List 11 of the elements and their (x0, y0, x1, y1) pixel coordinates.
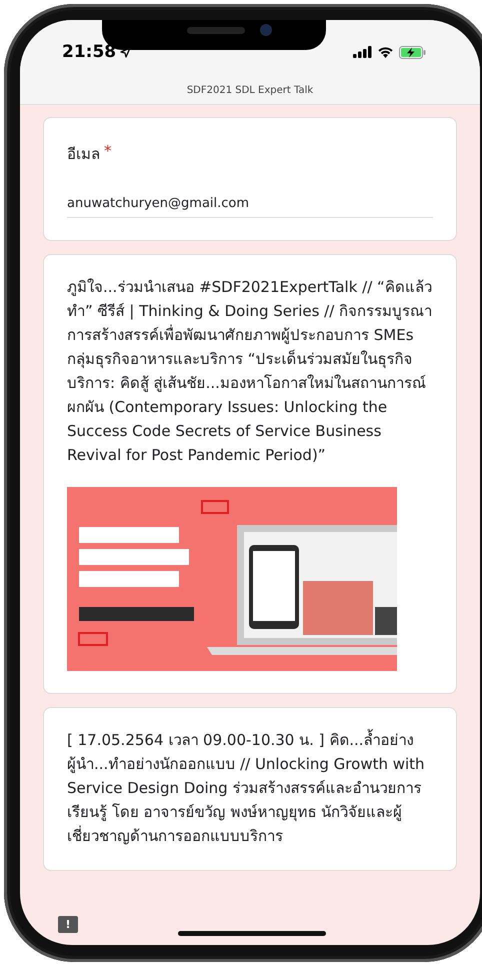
report-button[interactable]: ! (58, 916, 78, 933)
section-description: ภูมิใจ...ร่วมนำเสนอ #SDF2021ExpertTalk // “คิดแล้วทำ” ซีรีส์ | Thinking & Doing Series // กิจกรรมบูรณาการสร้างสรรค์เพื่อพัฒนาศักยภาพผู้ประกอบการ SMEs กลุ่มธุรกิจอาหารและบริการ “ประเด็นร่วมสมัยในธุรกิจบริการ: คิดสู้ สู่เส้นชัย...มองหาโอกาสใหม่ในสถานการณ์ผกผัน (Contemporary Issues: Unlocking the Success Code Secrets of Service Business Revival for Post Pandemic Period)” (67, 277, 433, 466)
battery-charging-icon (399, 46, 426, 58)
signal-icon (353, 46, 372, 58)
required-mark: * (104, 142, 112, 162)
form-title: SDF2021 SDL Expert Talk (186, 84, 314, 96)
email-field[interactable]: anuwatchuryen@gmail.com (67, 196, 433, 218)
wifi-icon (377, 46, 394, 58)
question-label: อีเมล (67, 144, 100, 165)
status-time: 21:58 (62, 42, 116, 62)
section-description: [ 17.05.2564 เวลา 09.00-10.30 น. ] คิด...ล้ำอย่างผู้นำ...ทำอย่างนักออกแบบ // Unlocking Growth with Service Design Doing ร่วมสร้างสรรค์และอำนวยการเรียนรู้ โดย อาจารย์ขวัญ พงษ์หาญยุทธ นักวิจัยและผู้เชี่ยวชาญด้านการออกแบบบริการ (67, 728, 426, 847)
